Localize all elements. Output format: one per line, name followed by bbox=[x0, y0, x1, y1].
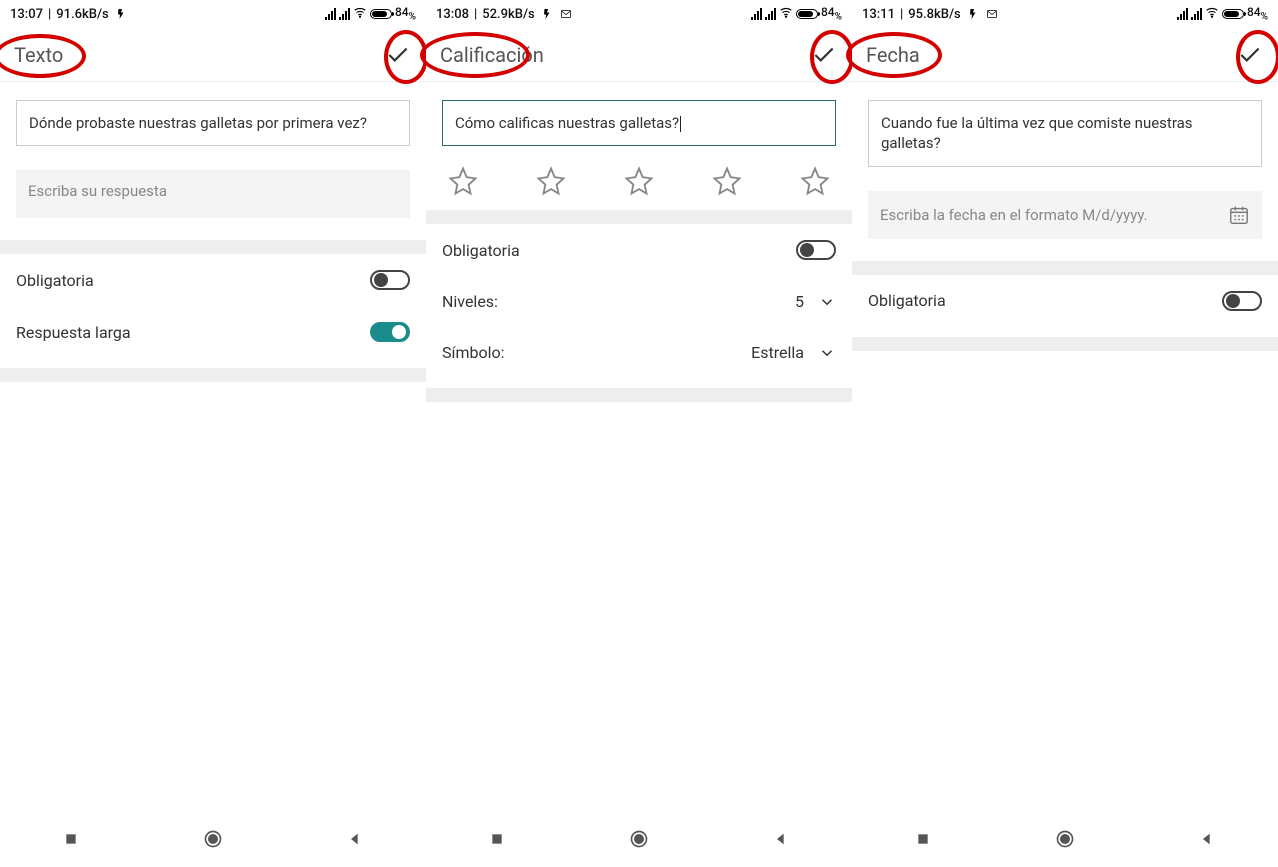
home-icon[interactable] bbox=[1054, 828, 1076, 850]
page-title: Texto bbox=[14, 43, 63, 67]
obligatoria-toggle[interactable] bbox=[1222, 291, 1262, 311]
question-text: Cómo calificas nuestras galletas? bbox=[455, 114, 679, 132]
home-icon[interactable] bbox=[628, 828, 650, 850]
page-title: Calificación bbox=[440, 43, 544, 67]
setting-simbolo: Símbolo: Estrella bbox=[426, 327, 852, 378]
status-bar: 13:08 | 52.9kB/s 84% bbox=[426, 0, 852, 28]
back-icon[interactable] bbox=[344, 828, 366, 850]
page-title: Fecha bbox=[866, 43, 920, 67]
signal-icon bbox=[751, 8, 762, 20]
signal-icon bbox=[1177, 8, 1188, 20]
confirm-button[interactable] bbox=[810, 41, 838, 69]
calendar-icon[interactable] bbox=[1228, 204, 1250, 226]
recent-apps-icon[interactable] bbox=[60, 828, 82, 850]
niveles-select[interactable]: 5 bbox=[795, 292, 836, 311]
flash-icon bbox=[540, 7, 554, 21]
gmail-icon bbox=[559, 7, 573, 21]
respuesta-larga-label: Respuesta larga bbox=[16, 323, 131, 342]
battery-icon bbox=[1222, 9, 1244, 19]
answer-placeholder: Escriba su respuesta bbox=[28, 182, 167, 200]
signal-icon bbox=[339, 8, 350, 20]
app-header: Calificación bbox=[426, 28, 852, 82]
battery-icon bbox=[370, 9, 392, 19]
wifi-icon bbox=[353, 5, 367, 22]
status-net: 91.6kB/s bbox=[56, 7, 109, 22]
screen-rating: 13:08 | 52.9kB/s 84% bbox=[426, 0, 852, 867]
date-input[interactable]: Escriba la fecha en el formato M/d/yyyy. bbox=[868, 191, 1262, 239]
status-net: 95.8kB/s bbox=[908, 7, 961, 22]
status-bar: 13:11 | 95.8kB/s 84% bbox=[852, 0, 1278, 28]
obligatoria-label: Obligatoria bbox=[868, 291, 946, 310]
recent-apps-icon[interactable] bbox=[486, 828, 508, 850]
wifi-icon bbox=[1205, 5, 1219, 22]
signal-icon bbox=[325, 8, 336, 20]
flash-icon bbox=[966, 7, 980, 21]
status-time: 13:08 bbox=[436, 7, 469, 22]
home-icon[interactable] bbox=[202, 828, 224, 850]
obligatoria-toggle[interactable] bbox=[796, 240, 836, 260]
question-input[interactable]: Dónde probaste nuestras galletas por pri… bbox=[16, 100, 410, 146]
signal-icon bbox=[765, 8, 776, 20]
obligatoria-toggle[interactable] bbox=[370, 270, 410, 290]
star-icon[interactable] bbox=[536, 166, 566, 196]
simbolo-label: Símbolo: bbox=[442, 343, 505, 362]
date-placeholder: Escriba la fecha en el formato M/d/yyyy. bbox=[880, 206, 1148, 224]
rating-stars bbox=[442, 166, 836, 210]
setting-respuesta-larga: Respuesta larga bbox=[0, 306, 426, 358]
status-time: 13:11 bbox=[862, 7, 895, 22]
flash-icon bbox=[114, 7, 128, 21]
question-input[interactable]: Cómo calificas nuestras galletas? bbox=[442, 100, 836, 146]
respuesta-larga-toggle[interactable] bbox=[370, 322, 410, 342]
screen-date: 13:11 | 95.8kB/s 84% bbox=[852, 0, 1278, 867]
chevron-down-icon bbox=[818, 293, 836, 311]
app-header: Fecha bbox=[852, 28, 1278, 82]
obligatoria-label: Obligatoria bbox=[16, 271, 94, 290]
setting-obligatoria: Obligatoria bbox=[426, 224, 852, 276]
gmail-icon bbox=[985, 7, 999, 21]
simbolo-select[interactable]: Estrella bbox=[751, 343, 836, 362]
wifi-icon bbox=[779, 5, 793, 22]
setting-obligatoria: Obligatoria bbox=[0, 254, 426, 306]
question-input[interactable]: Cuando fue la última vez que comiste nue… bbox=[868, 100, 1262, 167]
status-bar: 13:07 | 91.6kB/s 84% bbox=[0, 0, 426, 28]
setting-obligatoria: Obligatoria bbox=[852, 275, 1278, 327]
question-text: Cuando fue la última vez que comiste nue… bbox=[881, 114, 1193, 152]
star-icon[interactable] bbox=[712, 166, 742, 196]
screen-text: 13:07 | 91.6kB/s 84% Texto bbox=[0, 0, 426, 867]
niveles-value: 5 bbox=[795, 292, 804, 311]
android-navbar bbox=[0, 811, 426, 867]
android-navbar bbox=[426, 811, 852, 867]
setting-niveles: Niveles: 5 bbox=[426, 276, 852, 327]
battery-icon bbox=[796, 9, 818, 19]
question-text: Dónde probaste nuestras galletas por pri… bbox=[29, 114, 367, 132]
chevron-down-icon bbox=[818, 344, 836, 362]
obligatoria-label: Obligatoria bbox=[442, 241, 520, 260]
confirm-button[interactable] bbox=[1236, 41, 1264, 69]
confirm-button[interactable] bbox=[384, 41, 412, 69]
recent-apps-icon[interactable] bbox=[912, 828, 934, 850]
star-icon[interactable] bbox=[624, 166, 654, 196]
star-icon[interactable] bbox=[448, 166, 478, 196]
app-header: Texto bbox=[0, 28, 426, 82]
simbolo-value: Estrella bbox=[751, 343, 804, 362]
niveles-label: Niveles: bbox=[442, 292, 498, 311]
status-time: 13:07 bbox=[10, 7, 43, 22]
star-icon[interactable] bbox=[800, 166, 830, 196]
status-net: 52.9kB/s bbox=[482, 7, 535, 22]
answer-input[interactable]: Escriba su respuesta bbox=[16, 170, 410, 218]
back-icon[interactable] bbox=[770, 828, 792, 850]
android-navbar bbox=[852, 811, 1278, 867]
signal-icon bbox=[1191, 8, 1202, 20]
back-icon[interactable] bbox=[1196, 828, 1218, 850]
